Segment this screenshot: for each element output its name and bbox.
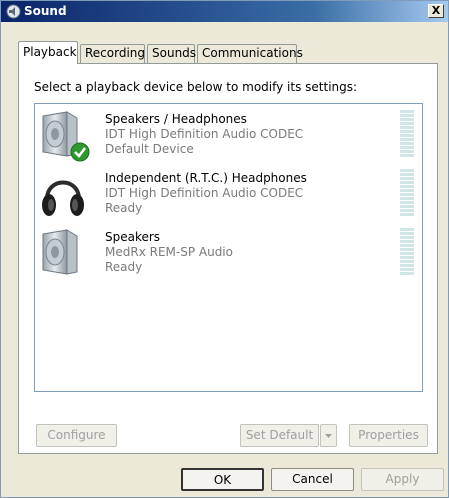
volume-meter [400, 169, 414, 217]
tab-sounds[interactable]: Sounds [147, 44, 196, 63]
tab-playback[interactable]: Playback [18, 41, 78, 64]
device-item[interactable]: Speakers / Headphones IDT High Definitio… [35, 110, 422, 168]
tab-recording[interactable]: Recording [80, 44, 145, 63]
playback-panel: Select a playback device below to modify… [18, 63, 438, 454]
device-status: Default Device [105, 142, 194, 156]
tab-communications[interactable]: Communications [197, 44, 303, 63]
set-default-button[interactable]: Set Default [240, 424, 319, 447]
device-description: IDT High Definition Audio CODEC [105, 127, 304, 141]
title-bar[interactable]: Sound X [1, 1, 448, 22]
apply-button[interactable]: Apply [361, 468, 444, 491]
window-title: Sound [24, 4, 67, 18]
close-button[interactable]: X [428, 4, 444, 18]
device-item[interactable]: Independent (R.T.C.) Headphones IDT High… [35, 169, 422, 227]
device-status: Ready [105, 260, 143, 274]
device-name: Speakers [105, 230, 161, 244]
speaker-icon [37, 228, 89, 284]
device-name: Speakers / Headphones [105, 112, 247, 126]
set-default-dropdown[interactable] [320, 424, 337, 447]
instruction-text: Select a playback device below to modify… [34, 80, 358, 94]
configure-button[interactable]: Configure [36, 424, 117, 447]
volume-meter [400, 110, 414, 158]
properties-button[interactable]: Properties [349, 424, 428, 447]
device-description: IDT High Definition Audio CODEC [105, 186, 304, 200]
default-check-icon [70, 142, 90, 162]
cancel-button[interactable]: Cancel [271, 468, 354, 491]
device-description: MedRx REM-SP Audio [105, 245, 233, 259]
headphones-icon [37, 169, 89, 225]
ok-button[interactable]: OK [181, 468, 264, 491]
volume-meter [400, 228, 414, 276]
device-list[interactable]: Speakers / Headphones IDT High Definitio… [34, 103, 423, 392]
device-item[interactable]: Speakers MedRx REM-SP Audio Ready [35, 228, 422, 286]
sound-dialog: Sound X Playback Recording Sounds Commun… [0, 0, 449, 498]
device-name: Independent (R.T.C.) Headphones [105, 171, 307, 185]
device-status: Ready [105, 201, 143, 215]
speaker-icon [6, 4, 21, 19]
chevron-down-icon [325, 434, 332, 438]
